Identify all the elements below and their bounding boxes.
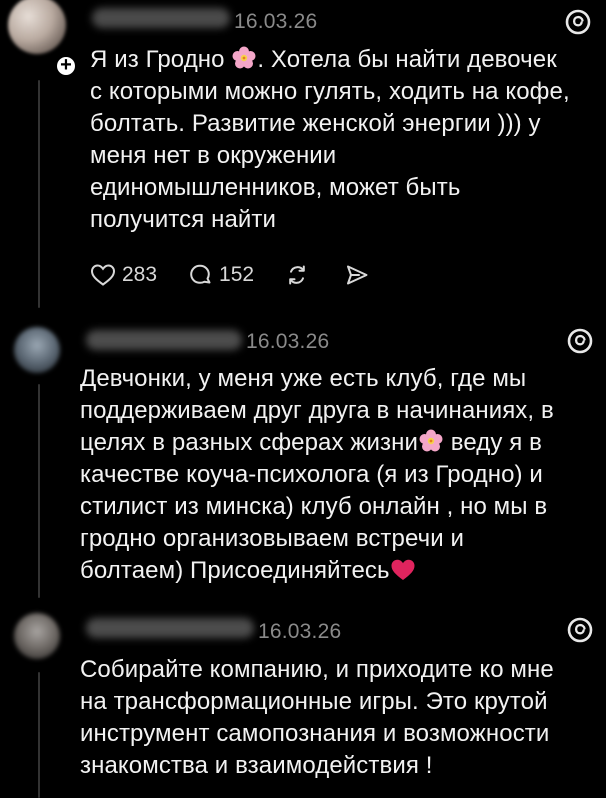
cherry-blossom-icon — [419, 429, 443, 452]
post-text: Я из Гродно . Хотела бы найти девочек с … — [90, 44, 600, 236]
post-text: Собирайте компанию, и приходите ко мне н… — [80, 656, 554, 779]
repost-button[interactable] — [284, 262, 310, 288]
avatar[interactable] — [8, 0, 66, 54]
threads-logo-icon[interactable] — [566, 327, 594, 355]
post-timestamp: 16.03.26 — [258, 620, 342, 643]
repost-icon — [289, 265, 305, 285]
comment-bubble-icon — [190, 264, 211, 284]
like-button[interactable]: 283 — [90, 263, 157, 287]
thread-connector-line — [38, 384, 40, 598]
cherry-blossom-icon — [232, 46, 256, 69]
thread-connector-line — [38, 672, 40, 798]
post-actions: 283 152 — [90, 262, 370, 288]
username-blurred[interactable] — [86, 330, 242, 350]
post-text-part: Я из Гродно — [90, 46, 232, 73]
threads-logo-icon[interactable] — [564, 8, 592, 36]
share-button[interactable] — [344, 262, 370, 288]
avatar[interactable] — [14, 613, 60, 659]
send-icon — [347, 265, 368, 285]
comment-count: 152 — [219, 263, 255, 286]
avatar[interactable] — [14, 327, 60, 373]
username-blurred[interactable] — [86, 618, 254, 638]
comment-button[interactable]: 152 — [187, 262, 254, 288]
thread-connector-line — [38, 80, 40, 308]
like-count: 283 — [122, 263, 158, 286]
threads-logo-icon[interactable] — [566, 616, 594, 644]
username-blurred[interactable] — [92, 8, 230, 28]
post-timestamp: 16.03.26 — [246, 330, 330, 353]
post-timestamp: 16.03.26 — [234, 10, 318, 33]
post-text: Девчонки, у меня уже есть клуб, где мы п… — [80, 363, 600, 587]
plus-icon[interactable]: + — [54, 54, 78, 78]
red-heart-icon — [391, 559, 415, 580]
post-text-part: . Хотела бы найти девочек с которыми мож… — [90, 46, 570, 233]
heart-outline-icon — [90, 264, 116, 286]
